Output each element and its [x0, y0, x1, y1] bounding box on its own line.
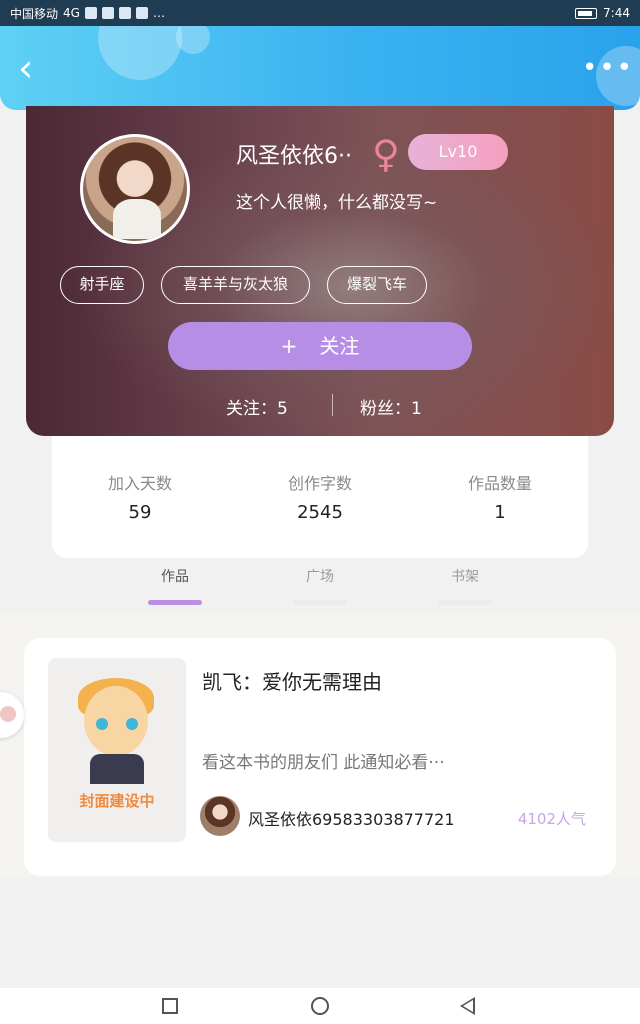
shield-app-icon	[135, 7, 148, 19]
cover-illustration	[84, 686, 148, 756]
stat-value: 1	[494, 502, 506, 523]
tab-label: 书架	[451, 569, 479, 585]
decor-bubble	[176, 26, 210, 54]
stat-label: 加入天数	[107, 474, 172, 493]
tag-zodiac[interactable]: 射手座	[60, 266, 144, 304]
stat-word-count: 创作字数 2545	[240, 470, 400, 523]
fans-count[interactable]: 粉丝：1	[360, 394, 422, 419]
back-triangle-icon[interactable]	[460, 997, 475, 1015]
home-icon[interactable]	[311, 997, 329, 1015]
follow-button[interactable]: + 关注	[168, 322, 472, 370]
tab-indicator	[148, 600, 202, 605]
follow-stats: 关注：5 粉丝：1	[26, 392, 614, 422]
work-description: 看这本书的朋友们 此通知必看···	[202, 753, 445, 773]
user-nickname: 风圣依依6··	[236, 144, 352, 169]
network-label: 4G	[63, 6, 80, 20]
chevron-left-icon: ‹	[18, 46, 34, 90]
stats-divider	[332, 394, 333, 416]
back-button[interactable]: ‹	[18, 48, 54, 88]
user-bio: 这个人很懒，什么都没写~	[236, 193, 438, 213]
recent-apps-icon[interactable]	[162, 998, 178, 1014]
tab-label: 广场	[306, 569, 334, 585]
work-card[interactable]: 封面建设中 凯飞：爱你无需理由 看这本书的朋友们 此通知必看··· 风圣依依69…	[24, 638, 616, 876]
author-name[interactable]: 风圣依依69583303877721	[248, 806, 455, 830]
decor-bubble	[98, 26, 182, 80]
assistant-icon	[0, 706, 16, 722]
tag-toy[interactable]: 爆裂飞车	[327, 266, 427, 304]
search-app-icon	[118, 7, 131, 19]
cover-illustration	[96, 718, 108, 730]
author-avatar[interactable]	[200, 796, 240, 836]
stat-works-count: 作品数量 1	[420, 470, 580, 523]
top-header: ‹ •••	[0, 26, 640, 110]
battery-icon	[575, 7, 598, 19]
status-bar: 中国移动 4G … 7:44	[0, 0, 640, 26]
tab-bookshelf[interactable]: 书架	[425, 566, 505, 605]
work-cover-image[interactable]: 封面建设中	[48, 658, 186, 842]
carrier-label: 中国移动	[10, 6, 59, 21]
plus-icon: +	[280, 334, 298, 358]
user-avatar[interactable]	[80, 134, 190, 244]
popularity-count: 4102人气	[517, 810, 586, 828]
stat-value: 59	[128, 502, 152, 523]
avatar-detail	[113, 199, 161, 239]
stat-label: 作品数量	[467, 474, 532, 493]
follow-label: 关注	[319, 334, 360, 358]
wifi-icon	[84, 7, 97, 19]
cover-illustration	[90, 754, 144, 784]
work-title[interactable]: 凯飞：爱你无需理由	[202, 666, 382, 695]
female-gender-icon: ♀	[372, 132, 400, 176]
level-badge: Lv10	[408, 134, 508, 170]
tab-indicator	[438, 600, 492, 605]
tab-indicator	[293, 600, 347, 605]
profile-tabs: 作品 广场 书架	[0, 560, 640, 610]
more-options-button[interactable]: •••	[582, 55, 632, 81]
stat-join-days: 加入天数 59	[60, 470, 220, 523]
cover-placeholder-text: 封面建设中	[79, 792, 155, 810]
clock: 7:44	[603, 6, 630, 20]
more-notifications: …	[152, 6, 165, 20]
following-count[interactable]: 关注：5	[226, 394, 288, 419]
status-left: 中国移动 4G …	[10, 5, 165, 22]
app-notification-icon	[101, 7, 114, 19]
tab-label: 作品	[161, 569, 189, 585]
creator-stats-card: 加入天数 59 创作字数 2545 作品数量 1	[52, 436, 588, 558]
profile-card: 风圣依依6·· ♀ Lv10 这个人很懒，什么都没写~ 射手座 喜羊羊与灰太狼 …	[26, 106, 614, 436]
stat-value: 2545	[297, 502, 343, 523]
stat-label: 创作字数	[287, 474, 352, 493]
system-navigation-bar	[0, 988, 640, 1024]
tag-cartoon[interactable]: 喜羊羊与灰太狼	[161, 266, 310, 304]
status-right: 7:44	[575, 6, 630, 20]
tab-square[interactable]: 广场	[280, 566, 360, 605]
more-dots-icon: •••	[582, 53, 635, 83]
tab-works[interactable]: 作品	[135, 566, 215, 605]
cover-illustration	[126, 718, 138, 730]
